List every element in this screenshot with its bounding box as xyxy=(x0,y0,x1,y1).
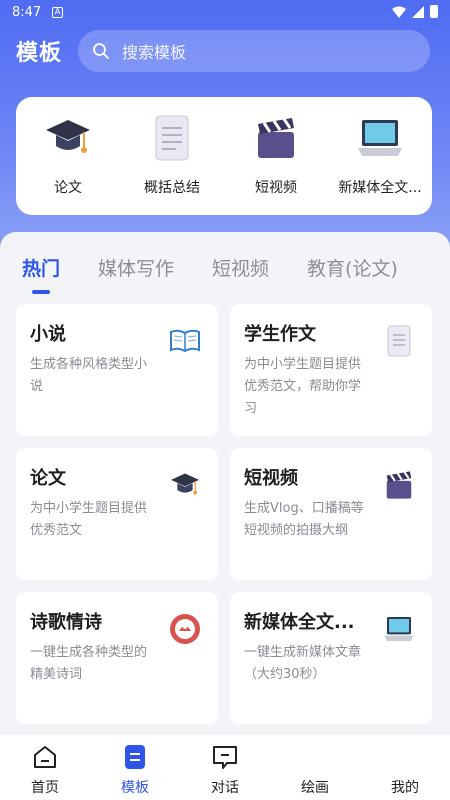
graduation-cap-icon xyxy=(168,468,202,502)
card-description: 生成Vlog、口播稿等短视频的拍摄大纲 xyxy=(244,501,364,538)
poetry-badge-icon xyxy=(168,612,202,646)
tabbar-label: 对话 xyxy=(211,780,239,796)
tabbar-label: 首页 xyxy=(31,780,59,796)
card-title: 诗歌情诗 xyxy=(30,612,102,633)
laptop-icon xyxy=(382,612,416,646)
search-placeholder: 搜索模板 xyxy=(122,43,187,62)
search-icon xyxy=(93,43,109,59)
template-card-short-video[interactable]: 短视频 生成Vlog、口播稿等短视频的拍摄大纲 xyxy=(230,448,432,580)
tab-education[interactable]: 教育(论文) xyxy=(307,254,398,281)
tab-hot[interactable]: 热门 xyxy=(22,254,60,294)
card-description: 为中小学生题目提供优秀范文 xyxy=(30,501,148,538)
tab-media-writing[interactable]: 媒体写作 xyxy=(98,254,174,281)
status-time: 8:47 xyxy=(12,5,42,20)
graduation-cap-icon xyxy=(43,113,93,163)
card-title: 学生作文 xyxy=(244,324,316,345)
bottom-tab-bar: 首页 模板 对话 绘画 我的 xyxy=(0,735,450,800)
tab-short-video[interactable]: 短视频 xyxy=(212,254,269,281)
card-title: 新媒体全文... xyxy=(244,612,355,633)
tabbar-label: 我的 xyxy=(391,780,419,796)
profile-icon xyxy=(391,743,419,771)
template-icon xyxy=(121,743,149,771)
wifi-icon xyxy=(392,6,406,18)
clapperboard-icon xyxy=(251,113,301,163)
tabbar-item-template[interactable]: 模板 xyxy=(90,735,180,800)
search-input[interactable]: 搜索模板 xyxy=(78,30,430,72)
clapperboard-icon xyxy=(382,468,416,502)
card-description: 生成各种风格类型小说 xyxy=(30,357,148,394)
battery-icon xyxy=(430,5,438,18)
template-card-student-essay[interactable]: 学生作文 为中小学生题目提供优秀范文，帮助你学习 xyxy=(230,304,432,436)
quick-item-summary[interactable]: 概括总结 xyxy=(122,113,222,197)
quick-item-paper[interactable]: 论文 xyxy=(18,113,118,197)
card-description: 为中小学生题目提供优秀范文，帮助你学习 xyxy=(244,357,362,416)
card-description: 一键生成新媒体文章（大约30秒） xyxy=(244,645,362,682)
template-panel: 热门 媒体写作 短视频 教育(论文) 小说 生成各种风格类型小说 学生作文 为中… xyxy=(0,232,450,735)
quick-item-short-video[interactable]: 短视频 xyxy=(226,113,326,197)
template-card-novel[interactable]: 小说 生成各种风格类型小说 xyxy=(16,304,218,436)
tabbar-label: 模板 xyxy=(121,780,149,796)
tabbar-item-chat[interactable]: 对话 xyxy=(180,735,270,800)
template-card-new-media[interactable]: 新媒体全文... 一键生成新媒体文章（大约30秒） xyxy=(230,592,432,724)
tabbar-item-profile[interactable]: 我的 xyxy=(360,735,450,800)
card-title: 小说 xyxy=(30,324,66,345)
quick-item-new-media[interactable]: 新媒体全文... xyxy=(330,113,430,197)
quick-item-label: 概括总结 xyxy=(144,180,200,196)
template-card-paper[interactable]: 论文 为中小学生题目提供优秀范文 xyxy=(16,448,218,580)
quick-item-label: 论文 xyxy=(54,180,82,196)
book-icon xyxy=(168,324,202,358)
status-bar: 8:47 A xyxy=(0,0,450,26)
template-card-poetry[interactable]: 诗歌情诗 一键生成各种类型的精美诗词 xyxy=(16,592,218,724)
notification-icon: A xyxy=(52,7,63,18)
quick-item-label: 新媒体全文... xyxy=(338,180,422,196)
tabbar-item-paint[interactable]: 绘画 xyxy=(270,735,360,800)
card-title: 短视频 xyxy=(244,468,298,489)
signal-icon xyxy=(412,5,424,18)
quick-access-card: 论文 概括总结 短视频 新媒体全文... xyxy=(16,97,432,215)
quick-item-label: 短视频 xyxy=(255,180,297,196)
paint-icon xyxy=(301,743,329,771)
card-title: 论文 xyxy=(30,468,66,489)
home-icon xyxy=(31,743,59,771)
document-icon xyxy=(147,113,197,163)
tabbar-item-home[interactable]: 首页 xyxy=(0,735,90,800)
laptop-icon xyxy=(355,113,405,163)
category-tabs: 热门 媒体写作 短视频 教育(论文) xyxy=(22,254,436,294)
page-title: 模板 xyxy=(16,41,63,66)
document-icon xyxy=(382,324,416,358)
card-description: 一键生成各种类型的精美诗词 xyxy=(30,645,148,682)
chat-icon xyxy=(211,743,239,771)
tabbar-label: 绘画 xyxy=(301,780,329,796)
